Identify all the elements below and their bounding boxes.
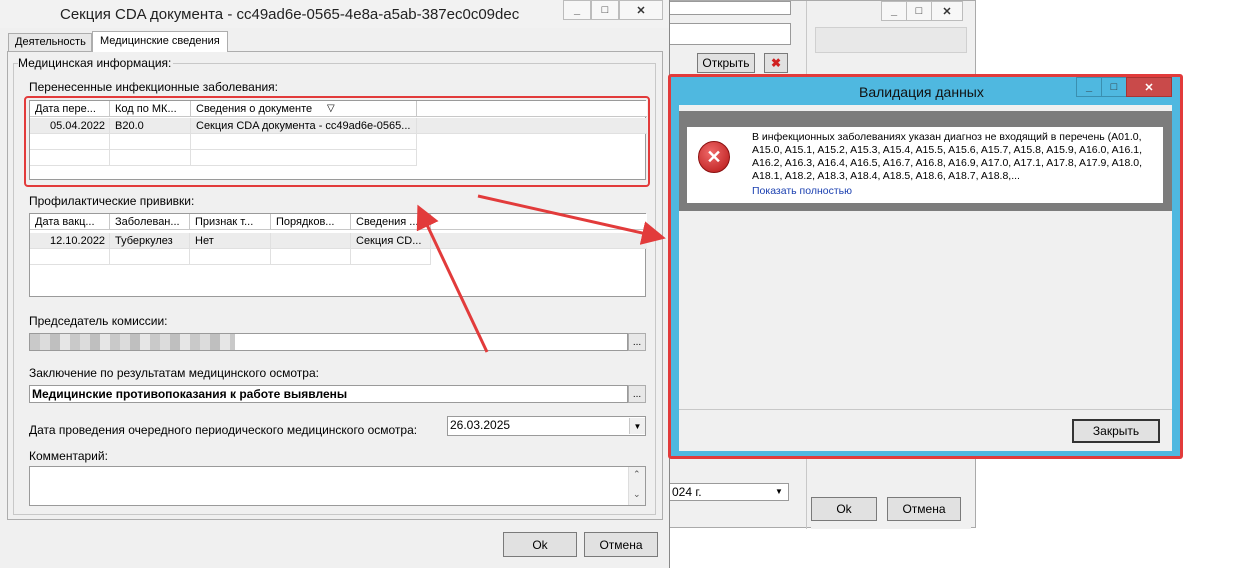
- tab-medical[interactable]: Медицинские сведения: [92, 31, 228, 52]
- tab-medical-label: Медицинские сведения: [100, 35, 220, 47]
- annotation-arrow-to-grid: [416, 204, 489, 353]
- annotation-arrow-to-dialog: [477, 194, 666, 245]
- annotation-arrows: [416, 194, 666, 353]
